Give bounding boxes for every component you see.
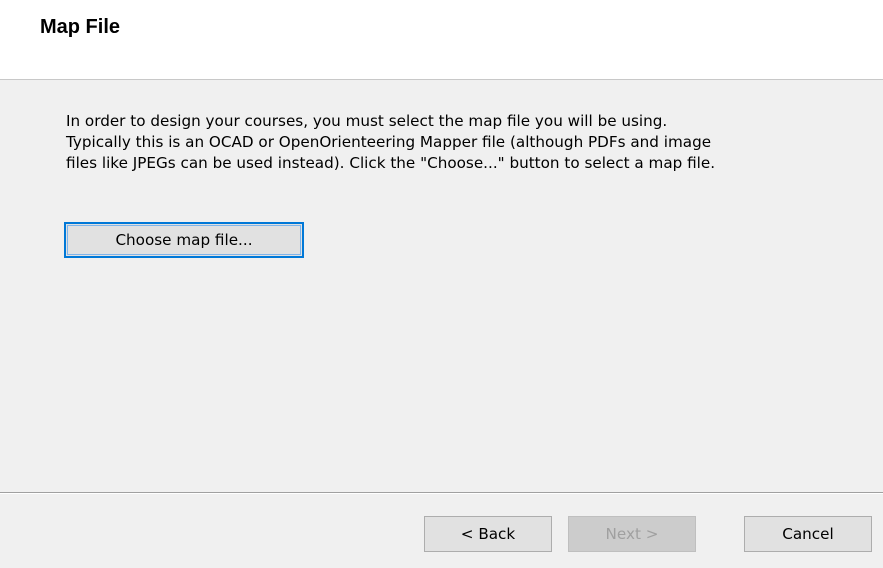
instructions-text: In order to design your courses, you mus…	[66, 111, 866, 174]
choose-map-file-button[interactable]: Choose map file...	[64, 222, 304, 258]
wizard-content: In order to design your courses, you mus…	[0, 80, 883, 492]
cancel-button[interactable]: Cancel	[744, 516, 872, 552]
instructions-line-1: In order to design your courses, you mus…	[66, 112, 668, 130]
wizard-header: Map File	[0, 0, 883, 80]
wizard-dialog: Map File In order to design your courses…	[0, 0, 883, 568]
next-button[interactable]: Next >	[568, 516, 696, 552]
back-button[interactable]: < Back	[424, 516, 552, 552]
page-title: Map File	[40, 16, 121, 38]
instructions-line-2: Typically this is an OCAD or OpenOriente…	[66, 133, 712, 151]
wizard-footer: < Back Next > Cancel	[0, 494, 883, 568]
instructions-line-3: files like JPEGs can be used instead). C…	[66, 154, 716, 172]
